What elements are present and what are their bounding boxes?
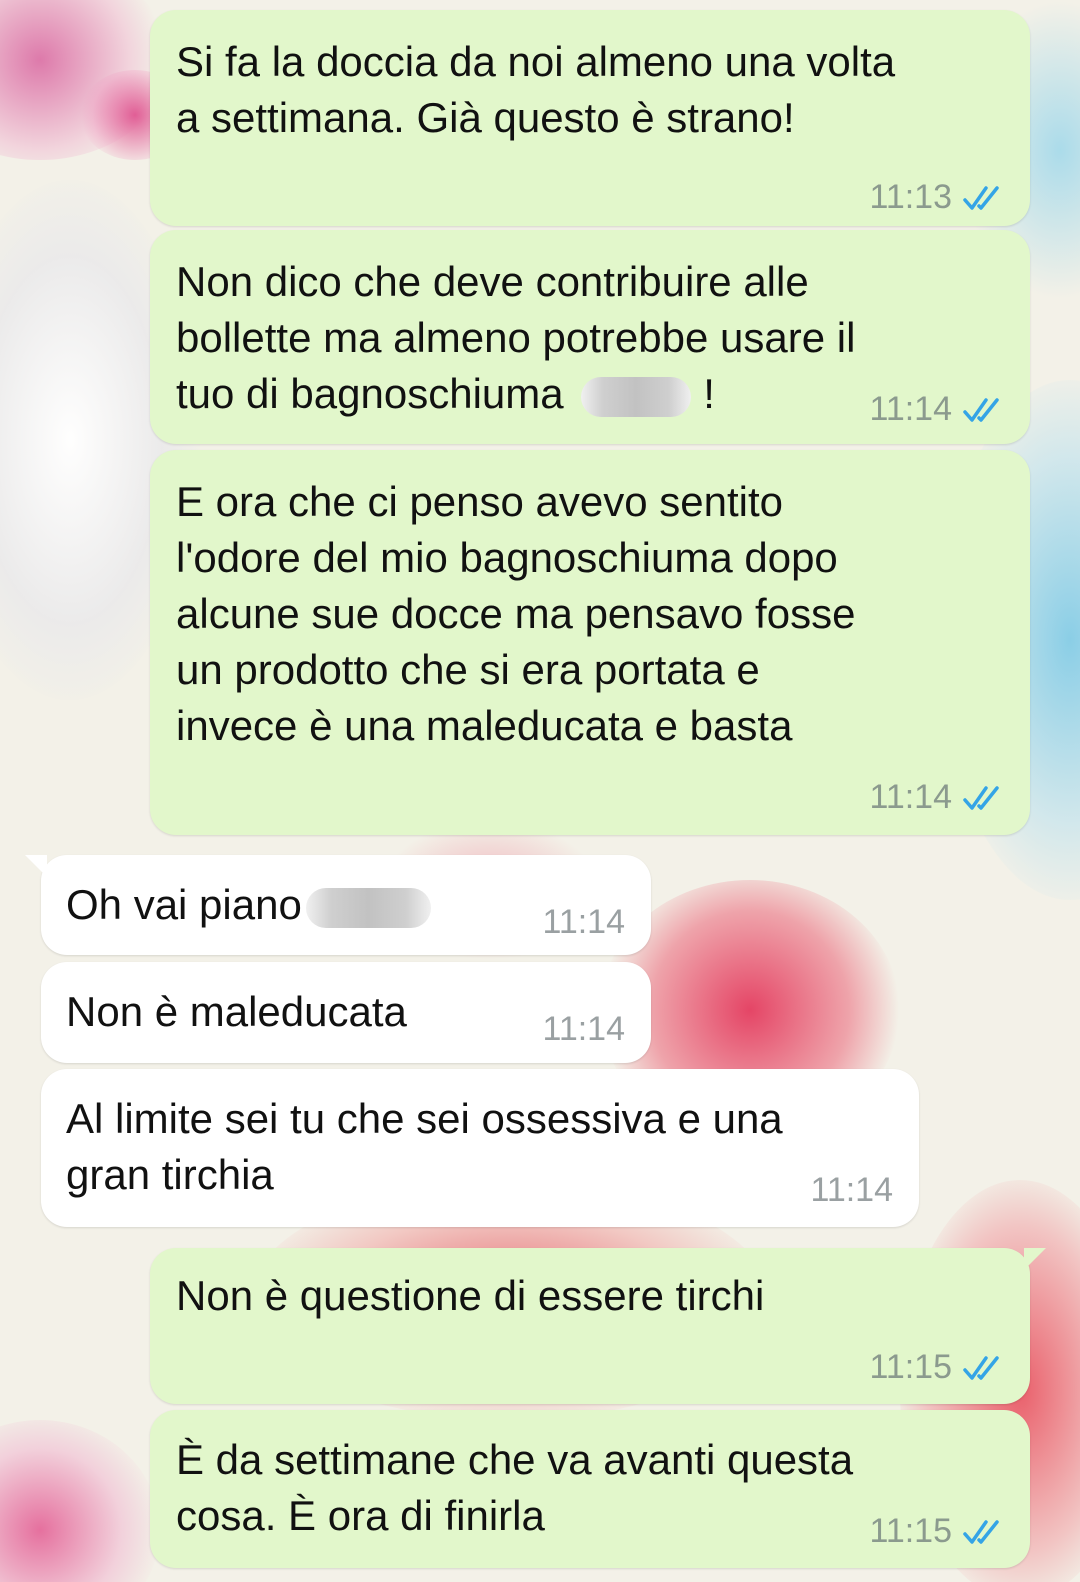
message-text-part: ! <box>703 370 715 417</box>
message-meta: 11:14 <box>542 903 625 942</box>
read-receipt-icon <box>963 1355 999 1380</box>
message-text: Si fa la doccia da noi almeno una volta … <box>176 38 896 141</box>
message-text: Al limite sei tu che sei ossessiva e una… <box>66 1095 783 1198</box>
message-time: 11:14 <box>542 903 625 941</box>
message-time: 11:14 <box>542 1010 625 1048</box>
message-time: 11:14 <box>869 778 952 816</box>
message-text-part: Non dico che deve contribuire alle bolle… <box>176 258 856 417</box>
message-bubble-outgoing[interactable]: Si fa la doccia da noi almeno una volta … <box>150 10 1030 226</box>
message-meta: 11:14 <box>869 778 1004 817</box>
message-text: Non dico che deve contribuire alle bolle… <box>176 254 855 422</box>
message-time: 11:13 <box>869 178 952 216</box>
message-meta: 11:13 <box>869 178 1004 217</box>
message-meta: 11:14 <box>542 1010 625 1049</box>
message-text: Non è maleducata <box>66 988 407 1035</box>
message-meta: 11:14 <box>810 1171 893 1210</box>
message-meta: 11:15 <box>869 1348 1004 1387</box>
message-text: È da settimane che va avanti questa cosa… <box>176 1436 854 1539</box>
read-receipt-icon <box>963 397 999 422</box>
message-bubble-outgoing[interactable]: Non dico che deve contribuire alle bolle… <box>150 230 1030 444</box>
message-meta: 11:14 <box>869 390 1004 429</box>
message-text-part: Oh vai piano <box>66 881 302 928</box>
message-time: 11:15 <box>869 1348 952 1386</box>
message-bubble-outgoing[interactable]: È da settimane che va avanti questa cosa… <box>150 1410 1030 1568</box>
message-bubble-incoming[interactable]: Al limite sei tu che sei ossessiva e una… <box>41 1069 919 1227</box>
read-receipt-icon <box>963 1519 999 1544</box>
message-text: E ora che ci penso avevo sentito l'odore… <box>176 478 856 749</box>
redacted-name <box>581 376 692 417</box>
message-meta: 11:15 <box>869 1512 1004 1551</box>
message-text: Oh vai piano <box>66 877 431 933</box>
message-time: 11:14 <box>810 1171 893 1209</box>
read-receipt-icon <box>963 785 999 810</box>
message-bubble-incoming[interactable]: Oh vai piano 11:14 <box>25 855 651 955</box>
read-receipt-icon <box>963 185 999 210</box>
message-bubble-outgoing[interactable]: Non è questione di essere tirchi 11:15 <box>150 1248 1046 1404</box>
message-time: 11:15 <box>869 1512 952 1550</box>
message-bubble-incoming[interactable]: Non è maleducata 11:14 <box>41 962 651 1063</box>
redacted-name <box>305 887 431 928</box>
message-time: 11:14 <box>869 390 952 428</box>
message-bubble-outgoing[interactable]: E ora che ci penso avevo sentito l'odore… <box>150 450 1030 835</box>
message-text: Non è questione di essere tirchi <box>176 1272 765 1319</box>
